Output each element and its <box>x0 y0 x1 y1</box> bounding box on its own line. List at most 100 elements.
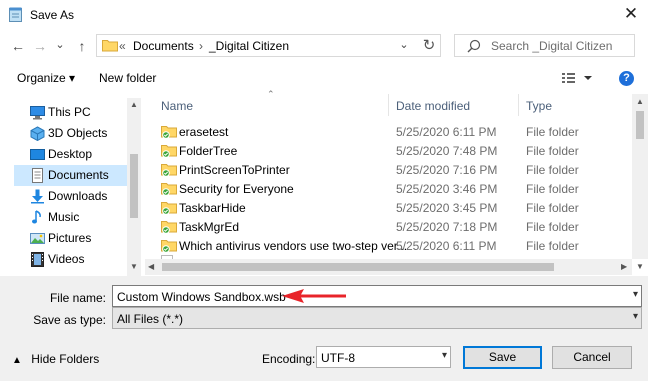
breadcrumb-digital-citizen[interactable]: _Digital Citizen <box>209 39 289 53</box>
list-item[interactable]: Which antivirus vendors use two-step ver… <box>145 236 632 255</box>
scroll-up-icon[interactable]: ▲ <box>130 100 138 109</box>
sidebar-item-label: Music <box>48 210 80 224</box>
sidebar-item-label: This PC <box>48 105 91 119</box>
cube-icon <box>30 126 45 141</box>
save-button[interactable]: Save <box>463 346 542 369</box>
sidebar-item-music[interactable]: Music <box>14 207 128 228</box>
folder-icon <box>161 221 177 234</box>
file-type: File folder <box>526 220 579 234</box>
videos-icon <box>31 252 44 267</box>
search-input[interactable]: Search _Digital Citizen <box>491 39 612 53</box>
breadcrumb-overflow[interactable]: « <box>119 39 126 53</box>
forward-button[interactable]: → <box>32 38 48 54</box>
up-button[interactable]: ↑ <box>74 38 90 54</box>
hide-folders-label: Hide Folders <box>31 352 100 366</box>
chevron-down-icon[interactable]: ▾ <box>442 350 447 361</box>
save-as-type-select[interactable]: All Files (*.*) ▾ <box>112 307 642 329</box>
title-bar: Save As ✕ <box>0 0 648 29</box>
sidebar-item-desktop[interactable]: Desktop <box>14 144 128 165</box>
folder-icon <box>161 126 177 139</box>
folder-icon <box>161 145 177 158</box>
file-type: File folder <box>526 144 579 158</box>
hide-folders-button[interactable]: ▲ Hide Folders <box>12 352 99 366</box>
help-icon[interactable]: ? <box>619 71 634 86</box>
navigation-scrollbar[interactable]: ▲ ▼ <box>127 98 141 276</box>
file-date: 5/25/2020 6:11 PM <box>396 239 497 253</box>
list-item[interactable]: PrintScreenToPrinter 5/25/2020 7:16 PM F… <box>145 160 632 179</box>
file-type: File folder <box>526 125 579 139</box>
sort-ascending-icon: ⌃ <box>267 89 275 99</box>
sidebar-item-3d-objects[interactable]: 3D Objects <box>14 123 128 144</box>
navigation-pane: This PC 3D Objects Desktop Documents Dow… <box>14 98 128 276</box>
organize-button[interactable]: Organize ▾ <box>17 71 75 85</box>
file-name: PrintScreenToPrinter <box>179 163 290 177</box>
file-list-horizontal-scrollbar[interactable]: ◀ ▶ <box>145 259 632 275</box>
close-icon[interactable]: ✕ <box>620 4 642 24</box>
file-date: 5/25/2020 6:11 PM <box>396 125 497 139</box>
breadcrumb-separator[interactable]: › <box>199 39 203 53</box>
view-options-button[interactable] <box>562 72 592 87</box>
folder-icon <box>161 164 177 177</box>
encoding-value: UTF-8 <box>321 351 355 365</box>
scroll-down-icon[interactable]: ▼ <box>130 262 138 271</box>
sidebar-item-videos[interactable]: Videos <box>14 249 128 270</box>
list-item[interactable]: Security for Everyone 5/25/2020 3:46 PM … <box>145 179 632 198</box>
folder-icon <box>161 240 177 253</box>
breadcrumb-documents[interactable]: Documents <box>133 39 194 53</box>
file-name: TaskMgrEd <box>179 220 240 234</box>
save-as-type-value: All Files (*.*) <box>117 312 184 326</box>
scroll-up-icon[interactable]: ▲ <box>636 97 644 106</box>
address-dropdown-icon[interactable]: ⌄ <box>393 35 414 56</box>
sidebar-item-this-pc[interactable]: This PC <box>14 102 128 123</box>
column-header-type[interactable]: Type <box>526 99 552 121</box>
details-view-icon <box>562 73 592 83</box>
list-item[interactable]: TaskMgrEd 5/25/2020 7:18 PM File folder <box>145 217 632 236</box>
scroll-down-icon[interactable]: ▼ <box>636 262 644 271</box>
folder-icon <box>161 183 177 196</box>
music-icon <box>32 210 41 224</box>
new-folder-button[interactable]: New folder <box>99 71 156 85</box>
scrollbar-thumb[interactable] <box>130 154 138 218</box>
file-name-input[interactable]: Custom Windows Sandbox.wsb <box>117 290 286 304</box>
column-divider[interactable] <box>388 94 389 116</box>
scroll-right-icon[interactable]: ▶ <box>621 262 627 271</box>
chevron-down-icon[interactable]: ▾ <box>633 311 638 322</box>
search-box[interactable]: Search _Digital Citizen <box>454 34 635 57</box>
file-name: Which antivirus vendors use two-step ver… <box>179 239 408 253</box>
sidebar-item-downloads[interactable]: Downloads <box>14 186 128 207</box>
recent-locations-icon[interactable]: ⌄ <box>52 37 68 53</box>
list-item[interactable]: erasetest 5/25/2020 6:11 PM File folder <box>145 122 632 141</box>
column-header-name[interactable]: Name <box>161 99 193 121</box>
file-name: erasetest <box>179 125 229 139</box>
search-icon <box>467 39 481 53</box>
file-name-field[interactable]: Custom Windows Sandbox.wsb ▾ <box>112 285 642 307</box>
column-header-date[interactable]: Date modified <box>396 99 470 121</box>
download-icon <box>31 189 44 204</box>
sidebar-item-label: Desktop <box>48 147 93 161</box>
refresh-button[interactable]: ↻ <box>418 36 440 56</box>
sidebar-item-pictures[interactable]: Pictures <box>14 228 128 249</box>
window-title: Save As <box>30 8 75 22</box>
scroll-left-icon[interactable]: ◀ <box>148 262 154 271</box>
scrollbar-thumb[interactable] <box>162 263 554 271</box>
chevron-down-icon[interactable]: ▾ <box>633 289 638 300</box>
chevron-up-icon: ▲ <box>12 355 22 366</box>
folder-icon <box>102 40 118 52</box>
scrollbar-thumb[interactable] <box>636 111 644 139</box>
save-form: File name: Custom Windows Sandbox.wsb ▾ … <box>0 276 648 381</box>
sidebar-item-label: Downloads <box>48 189 108 203</box>
sidebar-item-documents[interactable]: Documents <box>14 165 128 186</box>
encoding-select[interactable]: UTF-8 ▾ <box>316 346 451 368</box>
file-type: File folder <box>526 163 579 177</box>
documents-icon <box>32 168 43 183</box>
address-bar[interactable]: « Documents › _Digital Citizen ⌄ <box>96 34 441 57</box>
column-divider[interactable] <box>518 94 519 116</box>
list-item[interactable]: TaskbarHide 5/25/2020 3:45 PM File folde… <box>145 198 632 217</box>
desktop-icon <box>30 149 45 160</box>
back-button[interactable]: ← <box>10 38 26 54</box>
cancel-button[interactable]: Cancel <box>552 346 632 369</box>
list-item[interactable]: FolderTree 5/25/2020 7:48 PM File folder <box>145 141 632 160</box>
file-list: ⌃ Name Date modified Type erasetest 5/25… <box>145 89 632 260</box>
file-name-label: File name: <box>49 291 106 305</box>
file-list-vertical-scrollbar[interactable]: ▲ ▼ <box>632 94 648 271</box>
